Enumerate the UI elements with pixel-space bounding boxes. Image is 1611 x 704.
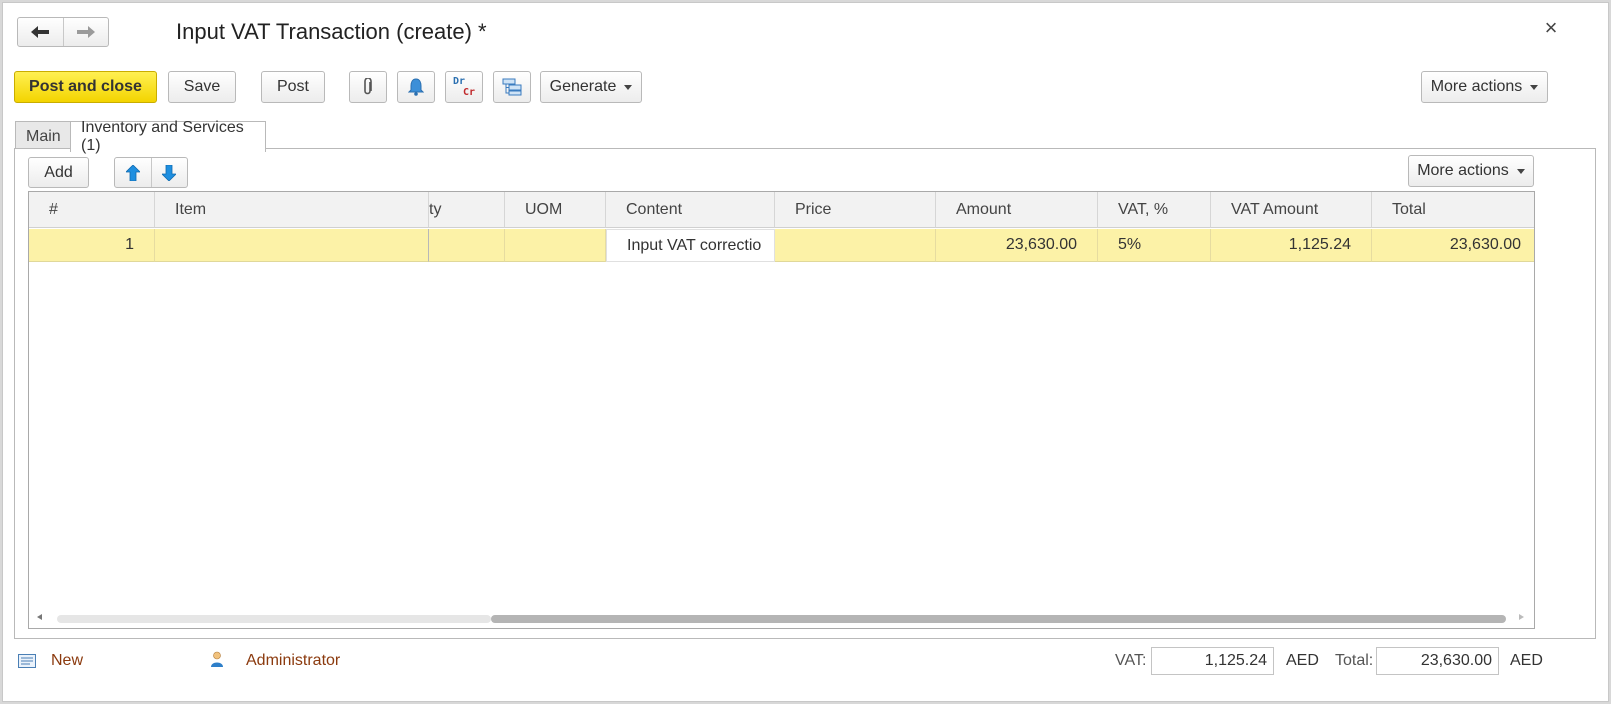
scroll-right-icon[interactable] [1519,614,1524,620]
header-label: Content [626,200,683,218]
column-header-number[interactable]: # [29,192,155,228]
cell-number[interactable]: 1 [29,229,155,262]
add-label: Add [44,163,73,181]
cr-label: Cr [462,87,475,98]
structure-button[interactable] [493,71,531,103]
document-status-link[interactable]: New [51,652,83,670]
column-header-quantity[interactable]: ty [429,192,505,228]
arrow-left-icon [31,26,50,38]
arrow-right-icon [76,26,95,38]
chevron-down-icon [624,84,633,90]
vat-currency: AED [1286,652,1319,669]
paperclip-icon [364,78,372,95]
cell-amount[interactable]: 23,630.00 [936,229,1098,262]
table-more-actions-label: More actions [1417,162,1509,179]
cell-uom[interactable] [505,229,606,262]
header-label: VAT Amount [1231,200,1319,218]
hierarchy-icon [502,78,522,96]
dr-cr-icon: Dr Cr [453,76,475,98]
add-row-button[interactable]: Add [28,157,89,188]
generate-label: Generate [549,78,617,95]
arrow-down-icon [162,164,177,181]
arrow-up-icon [125,164,140,181]
post-button[interactable]: Post [261,71,325,103]
cell-price[interactable] [775,229,936,262]
header-label: Total [1392,200,1426,218]
column-header-total[interactable]: Total [1372,192,1534,228]
author-link[interactable]: Administrator [246,652,340,670]
table-more-actions-dropdown[interactable]: More actions [1408,155,1534,187]
nav-group [17,17,109,47]
column-header-content[interactable]: Content [606,192,775,228]
bell-icon [408,78,424,96]
horizontal-scrollbar[interactable] [29,610,1534,628]
column-header-uom[interactable]: UOM [505,192,606,228]
move-down-button[interactable] [152,158,188,187]
document-status-icon [18,654,36,668]
tab-main[interactable]: Main [15,121,71,151]
dr-label: Dr [453,76,466,87]
post-label: Post [276,78,309,95]
reminder-button[interactable] [397,71,435,103]
scrollbar-track-left [57,615,491,623]
column-header-item[interactable]: Item [155,192,429,228]
move-row-group [114,157,188,188]
journal-entries-button[interactable]: Dr Cr [445,71,483,103]
post-and-close-label: Post and close [29,78,142,95]
tab-main-label: Main [26,127,61,145]
attachment-button[interactable] [349,71,387,103]
cell-vat-rate[interactable]: 5% [1098,229,1211,262]
header-label: Amount [956,200,1012,218]
header-label: Item [175,200,207,218]
header-label: # [49,200,58,218]
close-button[interactable]: × [1541,17,1561,39]
header-label: VAT, % [1118,200,1169,218]
more-actions-dropdown[interactable]: More actions [1421,71,1548,103]
content-input-value: Input VAT correctio [627,236,762,254]
total-label: Total: [1335,652,1374,669]
chevron-down-icon [1516,168,1525,174]
back-button[interactable] [18,18,64,46]
scroll-left-icon[interactable] [37,614,42,620]
tab-inventory-and-services[interactable]: Inventory and Services (1) [70,119,266,154]
vat-total-field[interactable]: 1,125.24 [1151,647,1274,675]
forward-button[interactable] [64,18,109,46]
more-actions-label: More actions [1430,78,1523,95]
cell-content-editor[interactable]: Input VAT correctio [606,229,775,262]
generate-dropdown[interactable]: Generate [540,71,642,103]
total-currency: AED [1510,652,1543,669]
document-window: Input VAT Transaction (create) * × Post … [2,2,1609,702]
document-total-field[interactable]: 23,630.00 [1376,647,1499,675]
save-button[interactable]: Save [168,71,236,103]
vat-label: VAT: [1115,652,1147,669]
items-table: # Item ty UOM Content Price Amount VAT, … [28,191,1535,629]
close-icon: × [1544,15,1558,40]
column-header-vat-amount[interactable]: VAT Amount [1211,192,1372,228]
save-label: Save [183,78,221,95]
column-header-vat-rate[interactable]: VAT, % [1098,192,1211,228]
user-icon [211,651,223,667]
header-label: UOM [525,200,563,218]
cell-quantity[interactable] [429,229,505,262]
cell-total[interactable]: 23,630.00 [1372,229,1534,262]
cell-item[interactable] [155,229,429,262]
move-up-button[interactable] [115,158,152,187]
column-header-price[interactable]: Price [775,192,936,228]
post-and-close-button[interactable]: Post and close [14,71,157,103]
header-label: ty [429,200,442,218]
page-title: Input VAT Transaction (create) * [176,19,487,44]
cell-vat-amount[interactable]: 1,125.24 [1211,229,1372,262]
chevron-down-icon [1530,84,1539,90]
scrollbar-thumb[interactable] [491,615,1506,623]
header-label: Price [795,200,832,218]
tab-inventory-label: Inventory and Services (1) [81,119,244,154]
column-header-amount[interactable]: Amount [936,192,1098,228]
